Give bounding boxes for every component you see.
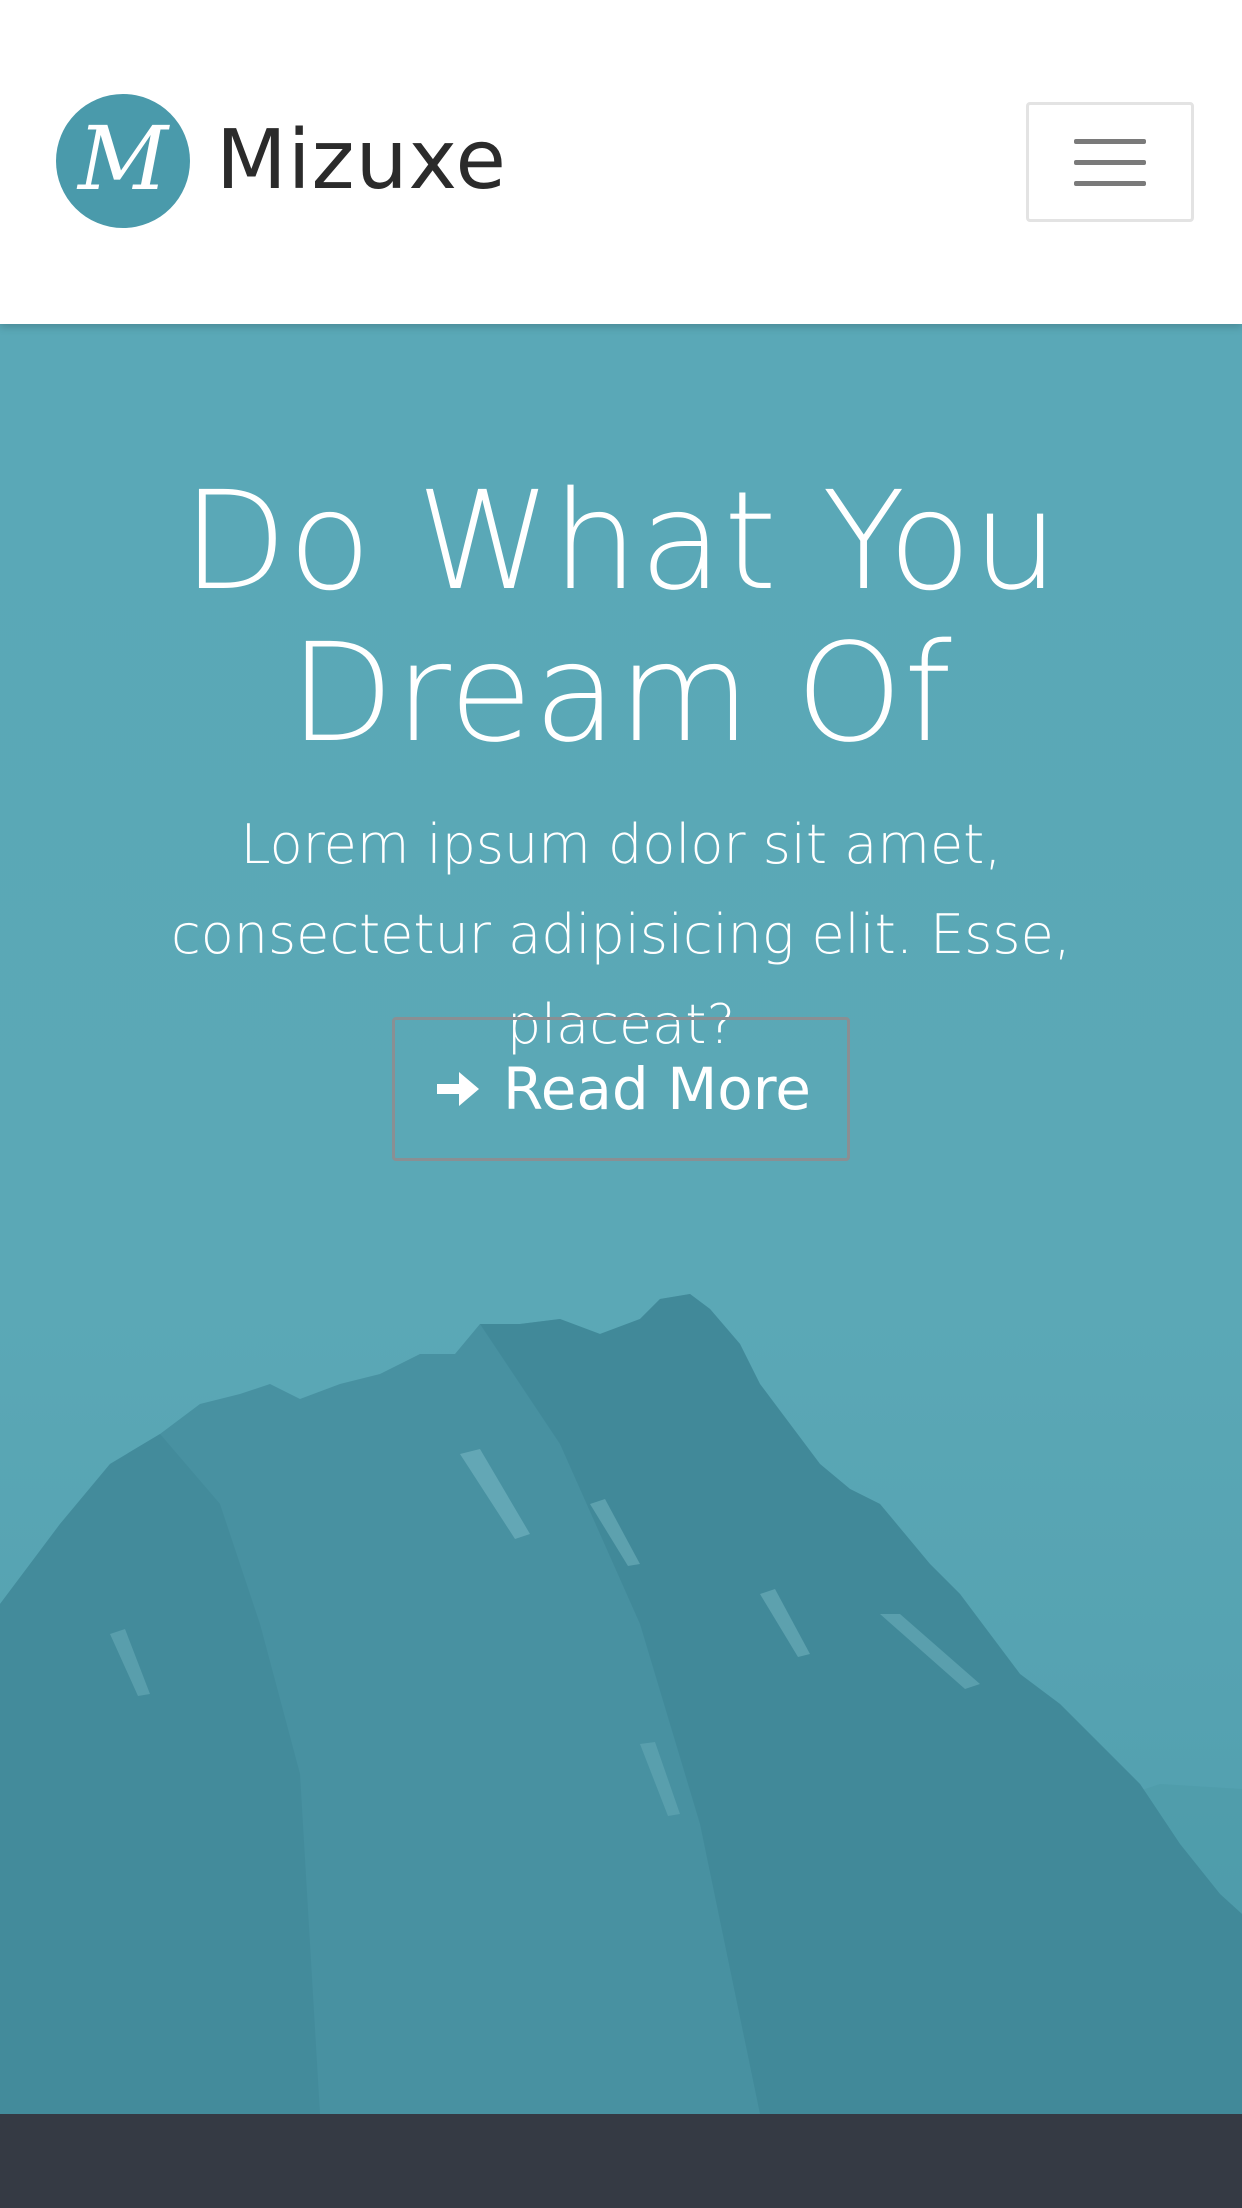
brand-logo-letter: M	[77, 107, 169, 210]
hamburger-menu-icon-bar	[1074, 180, 1146, 186]
hamburger-menu-icon-bar	[1074, 159, 1146, 165]
brand-link[interactable]: M Mizuxe	[56, 94, 507, 228]
navbar: M Mizuxe	[0, 0, 1242, 324]
read-more-button[interactable]: Read More	[392, 1017, 850, 1161]
read-more-label: Read More	[503, 1055, 811, 1123]
arrow-right-icon	[437, 1072, 480, 1106]
hero-content: Do What You Dream Of Lorem ipsum dolor s…	[0, 324, 1242, 1070]
dark-section-strip	[0, 2114, 1242, 2208]
hero-title: Do What You Dream Of	[182, 463, 1060, 773]
brand-name: Mizuxe	[216, 113, 507, 208]
page: M Mizuxe Do What You Dream Of Lorem ipsu…	[0, 0, 1242, 2208]
hero-section: Do What You Dream Of Lorem ipsum dolor s…	[0, 324, 1242, 2114]
brand-logo: M	[56, 94, 190, 228]
hamburger-menu-icon	[1074, 138, 1146, 144]
navbar-toggle-button[interactable]	[1026, 102, 1194, 222]
